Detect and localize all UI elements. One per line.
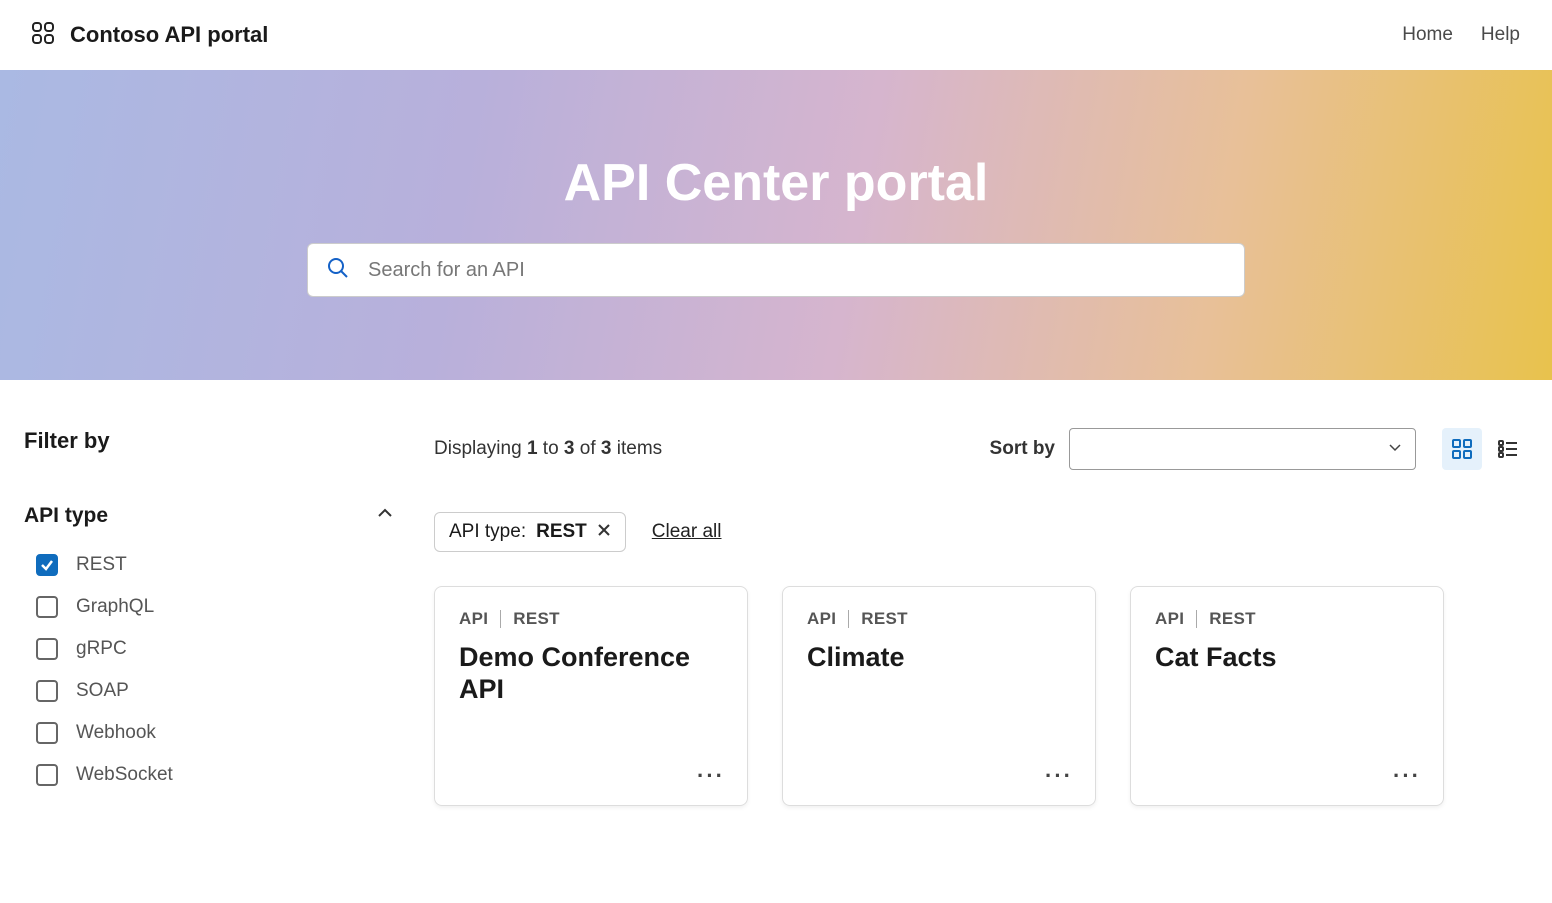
tag-rest: REST [861,609,908,629]
chip-label: API type: [449,521,526,543]
checkbox-rest[interactable]: REST [36,554,394,576]
hero: API Center portal [0,70,1552,380]
more-icon[interactable]: ··· [1393,763,1421,789]
tag-rest: REST [513,609,560,629]
checkbox-box [36,680,58,702]
tag-api: API [807,609,836,629]
content: Filter by API type REST GraphQL gRPC [0,380,1552,846]
tag-api: API [1155,609,1184,629]
nav-help[interactable]: Help [1481,24,1520,46]
separator [848,610,849,628]
more-icon[interactable]: ··· [697,763,725,789]
checkbox-soap[interactable]: SOAP [36,680,394,702]
from-value: 1 [527,438,538,459]
to-value: 3 [564,438,575,459]
card-tags: API REST [459,609,723,629]
sort-select[interactable] [1069,428,1416,470]
filter-chips: API type: REST Clear all [434,512,1528,552]
checkbox-grpc[interactable]: gRPC [36,638,394,660]
brand: Contoso API portal [32,22,268,49]
total-value: 3 [601,438,612,459]
chevron-down-icon [1387,439,1403,460]
text: to [538,438,564,459]
nav-home[interactable]: Home [1402,24,1453,46]
checkbox-list: REST GraphQL gRPC SOAP Webhook WebSocket [24,554,394,786]
cards-grid: API REST Demo Conference API ··· API RES… [434,586,1528,806]
main: Displaying 1 to 3 of 3 items Sort by [434,428,1528,806]
card-title: Climate [807,641,1071,673]
results-toolbar: Displaying 1 to 3 of 3 items Sort by [434,428,1528,470]
searchbox[interactable] [307,243,1245,297]
checkbox-box [36,722,58,744]
tag-rest: REST [1209,609,1256,629]
card-tags: API REST [1155,609,1419,629]
api-card[interactable]: API REST Cat Facts ··· [1130,586,1444,806]
chip-value: REST [536,521,587,543]
filter-sidebar: Filter by API type REST GraphQL gRPC [24,428,394,786]
filter-group-title: API type [24,504,108,528]
view-list-button[interactable] [1488,428,1528,470]
separator [500,610,501,628]
clear-all-link[interactable]: Clear all [652,521,722,543]
search-input[interactable] [368,259,1226,282]
checkbox-websocket[interactable]: WebSocket [36,764,394,786]
api-card[interactable]: API REST Demo Conference API ··· [434,586,748,806]
checkbox-label: GraphQL [76,596,154,618]
hero-title: API Center portal [564,153,989,213]
brand-title: Contoso API portal [70,22,268,48]
text: items [611,438,662,459]
card-title: Cat Facts [1155,641,1419,673]
checkbox-label: REST [76,554,127,576]
text: of [575,438,601,459]
checkbox-label: SOAP [76,680,129,702]
topbar: Contoso API portal Home Help [0,0,1552,70]
view-toggle [1442,428,1528,470]
filter-chip-api-type: API type: REST [434,512,626,552]
checkbox-label: WebSocket [76,764,173,786]
api-card[interactable]: API REST Climate ··· [782,586,1096,806]
checkbox-label: gRPC [76,638,127,660]
card-title: Demo Conference API [459,641,723,706]
checkbox-box [36,596,58,618]
checkbox-graphql[interactable]: GraphQL [36,596,394,618]
more-icon[interactable]: ··· [1045,763,1073,789]
text: Displaying [434,438,527,459]
separator [1196,610,1197,628]
checkbox-box [36,638,58,660]
checkbox-label: Webhook [76,722,156,744]
view-grid-button[interactable] [1442,428,1482,470]
checkbox-webhook[interactable]: Webhook [36,722,394,744]
filter-group-api-type[interactable]: API type [24,504,394,528]
checkbox-box [36,554,58,576]
sort-area: Sort by [990,428,1528,470]
apps-grid-icon[interactable] [32,22,54,49]
sort-label: Sort by [990,438,1055,460]
chevron-up-icon [376,504,394,528]
topnav: Home Help [1402,24,1520,46]
card-tags: API REST [807,609,1071,629]
search-icon [326,256,350,285]
display-count: Displaying 1 to 3 of 3 items [434,438,662,460]
checkbox-box [36,764,58,786]
filter-heading: Filter by [24,428,394,454]
close-icon[interactable] [597,521,611,543]
tag-api: API [459,609,488,629]
